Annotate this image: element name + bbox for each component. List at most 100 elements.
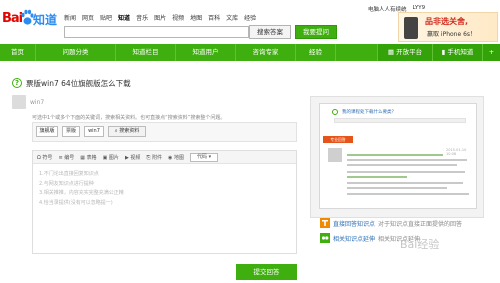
preview-line bbox=[347, 171, 465, 173]
nav-link-music[interactable]: 音乐 bbox=[136, 13, 148, 22]
avatar[interactable] bbox=[12, 95, 26, 109]
nav-tab-experts[interactable]: 咨询专家 bbox=[236, 44, 296, 61]
feature-sub-label: 对于知识点直接正面提供的回答 bbox=[378, 220, 463, 228]
question-mark-icon: ? bbox=[12, 78, 22, 88]
toolbar-number[interactable]: ≡ 编号 bbox=[58, 154, 74, 161]
grid-icon: ▦ bbox=[387, 48, 397, 56]
preview-line bbox=[347, 187, 447, 189]
preview-line bbox=[347, 154, 443, 156]
toolbar-attach[interactable]: ⎘ 附件 bbox=[146, 154, 162, 161]
preview-question: 我的课程处下载什么要类？ bbox=[342, 110, 396, 115]
nav-tab-category[interactable]: 问题分类 bbox=[36, 44, 116, 61]
video-icon: ▶ bbox=[124, 154, 129, 161]
tag-flagship[interactable]: 旗舰版 bbox=[36, 126, 58, 137]
question-header: ? 票版win7 64位旗舰版怎么下载 bbox=[12, 78, 292, 90]
toolbar-video[interactable]: ▶ 视频 bbox=[125, 154, 140, 161]
example-answer-preview: 我的课程处下载什么要类？ 专业回答 2015-01-10 10:08 bbox=[319, 103, 477, 209]
nav-link-image[interactable]: 图片 bbox=[154, 13, 166, 22]
preview-line bbox=[347, 193, 469, 195]
feature-direct-answer: 直接回答知识点 对于知识点直接正面提供的回答 bbox=[320, 218, 462, 228]
question-title: 票版win7 64位旗舰版怎么下载 bbox=[26, 79, 131, 88]
promo-subtitle: 赢取 iPhone 6s！ bbox=[427, 31, 477, 38]
toolbar-attach-label: 附件 bbox=[152, 154, 163, 161]
toolbar-table[interactable]: ▦ 表格 bbox=[80, 154, 96, 161]
nav-tab-column[interactable]: 知道栏目 bbox=[116, 44, 176, 61]
search-answer-button[interactable]: 搜索答案 bbox=[249, 25, 291, 39]
placeholder-line: 3.相关推推，内容充实完整充满公正精 bbox=[39, 190, 124, 196]
ask-question-button[interactable]: 我要提问 bbox=[295, 25, 337, 39]
toolbar-image[interactable]: ▣ 图片 bbox=[103, 154, 119, 161]
editor-placeholder: 1.不门论出直接回复知识点 2.与网友知识点进行提种 3.相关推推，内容充实完整… bbox=[39, 170, 124, 208]
tag-win7[interactable]: win7 bbox=[84, 126, 104, 137]
promo-banner[interactable]: 品非选关舍, 赢取 iPhone 6s！ bbox=[398, 12, 498, 42]
search-icon: ⌕ bbox=[114, 128, 118, 134]
nav-plus-button[interactable]: + bbox=[483, 44, 500, 61]
watermark: Bai经验 bbox=[400, 238, 440, 251]
editor-toolbar: Ω 符号 ≡ 编号 ▦ 表格 ▣ 图片 ▶ 视频 ⎘ 附件 ◉ 地图 代码 ▾ bbox=[33, 151, 296, 164]
preview-time: 2015-01-10 10:08 bbox=[446, 148, 467, 156]
nav-tab-users[interactable]: 知道用户 bbox=[176, 44, 236, 61]
answer-guide-panel: 我的课程处下载什么要类？ 专业回答 2015-01-10 10:08 bbox=[310, 96, 484, 218]
nav-link-news[interactable]: 新闻 bbox=[64, 13, 76, 22]
nav-link-jingyan[interactable]: 经验 bbox=[244, 13, 256, 22]
preview-line bbox=[347, 182, 463, 184]
nav-link-zhidao[interactable]: 知道 bbox=[118, 13, 130, 22]
toolbar-symbol-label: 符号 bbox=[42, 154, 53, 161]
toolbar-map-label: 地图 bbox=[174, 154, 185, 161]
nav-mobile-zhidao[interactable]: ▮ 手机知道 bbox=[433, 44, 483, 61]
paw-icon bbox=[21, 9, 34, 25]
nav-open-platform[interactable]: ▦ 开放平台 bbox=[378, 44, 433, 61]
toolbar-image-label: 图片 bbox=[108, 154, 119, 161]
nav-tab-jingyan[interactable]: 经验 bbox=[296, 44, 336, 61]
preview-line bbox=[347, 176, 407, 178]
toolbar-code-select[interactable]: 代码 ▾ bbox=[190, 152, 219, 162]
toolbar-table-label: 表格 bbox=[86, 154, 97, 161]
toolbar-video-label: 视频 bbox=[130, 154, 141, 161]
search-input[interactable] bbox=[64, 26, 249, 38]
map-icon: ◉ bbox=[168, 154, 173, 161]
question-mark-icon bbox=[332, 109, 338, 115]
chevron-down-icon: ▾ bbox=[208, 153, 212, 160]
logo-zhidao: 知道 bbox=[33, 13, 58, 27]
preview-input-bar bbox=[334, 118, 466, 123]
nav-link-baike[interactable]: 百科 bbox=[208, 13, 220, 22]
placeholder-line: 4.恰当录提供(没有可以忽略提一) bbox=[39, 199, 113, 206]
professional-answer-badge: 专业回答 bbox=[323, 136, 353, 143]
image-icon: ▣ bbox=[102, 154, 108, 161]
toolbar-map[interactable]: ◉ 地图 bbox=[168, 154, 184, 161]
table-icon: ▦ bbox=[80, 154, 85, 161]
feature-main-label[interactable]: 直接回答知识点 bbox=[333, 219, 375, 228]
asker-name[interactable]: win7 bbox=[30, 99, 44, 106]
header: Bai 知道 新闻 网页 贴吧 知道 音乐 图片 视频 地图 百科 文库 经验 … bbox=[0, 0, 500, 44]
toolbar-number-label: 编号 bbox=[64, 154, 75, 161]
search-material-button[interactable]: ⌕ 搜索资料 bbox=[108, 126, 146, 137]
asker-info: win7 bbox=[12, 95, 44, 109]
tag-edition[interactable]: 票版 bbox=[62, 126, 80, 137]
feature-main-label[interactable]: 相关知识点延伸 bbox=[333, 234, 375, 243]
mobile-label: 手机知道 bbox=[447, 48, 474, 56]
answer-editor[interactable]: Ω 符号 ≡ 编号 ▦ 表格 ▣ 图片 ▶ 视频 ⎘ 附件 ◉ 地图 代码 ▾ … bbox=[32, 150, 297, 254]
keyword-hint: 可选中1个或多个下面的关键词，搜索相关资料。也可直接点“搜索资料”搜索整个问题。 bbox=[32, 115, 226, 121]
direct-answer-icon bbox=[320, 218, 330, 228]
phone-image bbox=[404, 17, 418, 39]
promo-title: 品非选关舍, bbox=[425, 17, 469, 26]
open-platform-label: 开放平台 bbox=[396, 48, 423, 56]
toolbar-symbol[interactable]: Ω 符号 bbox=[37, 154, 52, 161]
avatar bbox=[328, 148, 342, 162]
list-icon: ≡ bbox=[58, 154, 63, 161]
placeholder-line: 2.与网友知识点进行提种 bbox=[39, 180, 94, 187]
nav-link-map[interactable]: 地图 bbox=[190, 13, 202, 22]
preview-line bbox=[347, 164, 457, 166]
symbol-icon: Ω bbox=[37, 154, 41, 161]
nav-link-web[interactable]: 网页 bbox=[82, 13, 94, 22]
submit-answer-button[interactable]: 提交回答 bbox=[236, 264, 297, 280]
nav-tab-home[interactable]: 首页 bbox=[0, 44, 36, 61]
top-nav: 新闻 网页 贴吧 知道 音乐 图片 视频 地图 百科 文库 经验 bbox=[64, 13, 256, 22]
search-material-label: 搜索资料 bbox=[119, 128, 140, 134]
keyword-tag-box: 旗舰版 票版 win7 ⌕ 搜索资料 bbox=[32, 122, 297, 142]
nav-link-video[interactable]: 视频 bbox=[172, 13, 184, 22]
nav-link-wenku[interactable]: 文库 bbox=[226, 13, 238, 22]
baidu-logo[interactable]: Bai 知道 bbox=[2, 9, 58, 31]
nav-link-tieba[interactable]: 贴吧 bbox=[100, 13, 112, 22]
related-knowledge-icon bbox=[320, 233, 330, 243]
